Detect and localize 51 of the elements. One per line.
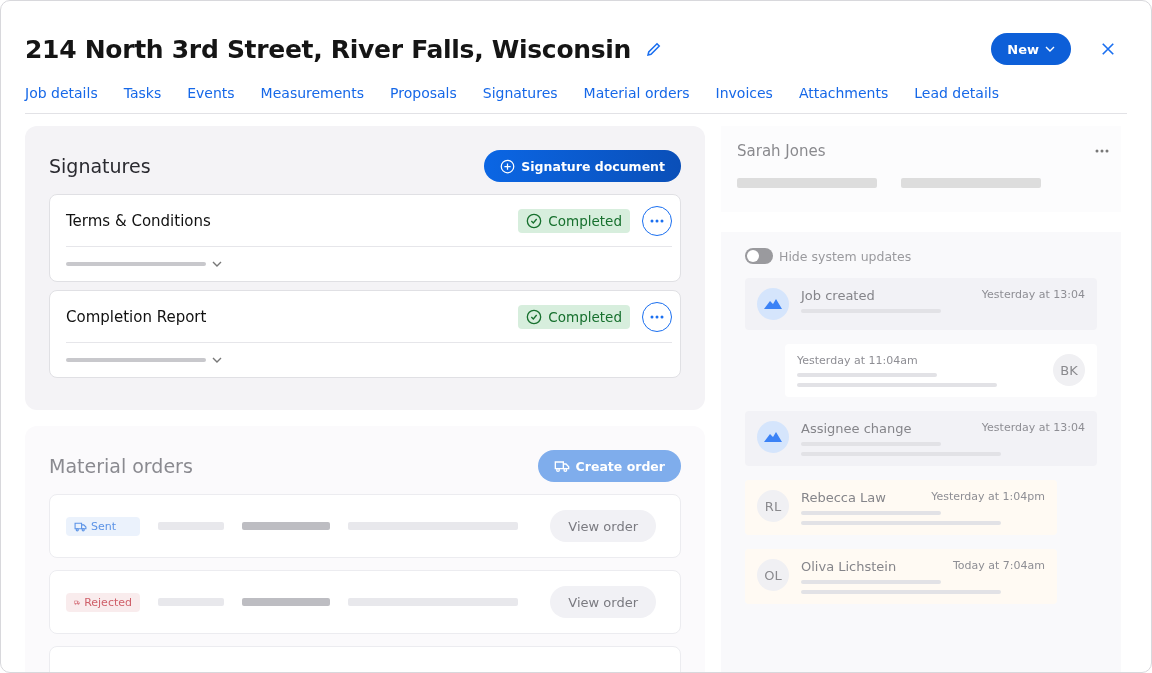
timestamp: Yesterday at 11:04am (797, 354, 919, 367)
check-circle-icon (526, 212, 543, 229)
avatar: RL (757, 490, 789, 522)
view-order-button[interactable]: View order (550, 586, 656, 618)
timestamp: Yesterday at 1:04pm (931, 490, 1045, 505)
avatar: BK (1053, 354, 1085, 386)
toggle-label: Hide system updates (779, 248, 912, 264)
more-button[interactable] (642, 205, 672, 236)
more-button[interactable] (642, 301, 672, 332)
section-title: Signatures (49, 155, 151, 177)
chevron-down-icon (212, 357, 222, 363)
tab[interactable]: Material orders (583, 79, 690, 111)
tab[interactable]: Tasks (123, 79, 162, 111)
timestamp: Yesterday at 13:04 (981, 288, 1085, 303)
order-status: Sent (66, 516, 140, 536)
chevron-down-icon (212, 261, 222, 267)
tab[interactable]: Job details (25, 79, 98, 111)
view-order-button[interactable]: View order (550, 510, 656, 542)
more-icon (650, 218, 664, 223)
tab[interactable]: Signatures (482, 79, 558, 111)
tab[interactable]: Events (187, 79, 235, 111)
tab[interactable]: Invoices (715, 79, 773, 111)
section-title: Material orders (49, 455, 193, 477)
document-name: Completion Report (66, 307, 207, 326)
activity-title: Assignee change (801, 421, 912, 436)
plus-circle-icon (500, 158, 516, 174)
truck-icon (553, 458, 570, 474)
page-title: 214 North 3rd Street, River Falls, Wisconsin (25, 34, 632, 64)
tab[interactable]: Attachments (798, 79, 889, 111)
new-button[interactable]: New (991, 33, 1071, 65)
more-icon (1095, 149, 1109, 153)
signature-document-button[interactable]: Signature document (484, 150, 681, 182)
order-status: Rejected (66, 592, 140, 612)
status-badge: Completed (518, 208, 630, 233)
activity-title: Rebecca Law (801, 490, 886, 505)
avatar: OL (757, 559, 789, 591)
activity-title: Job created (801, 288, 875, 303)
toggle-switch[interactable] (745, 248, 773, 264)
activity-title: Oliva Lichstein (801, 559, 897, 574)
tab[interactable]: Proposals (390, 79, 457, 111)
check-circle-icon (526, 308, 543, 325)
document-name: Terms & Conditions (66, 211, 211, 230)
tab[interactable]: Measurements (260, 79, 365, 111)
more-icon (650, 314, 664, 319)
timestamp: Today at 7:04am (952, 559, 1045, 574)
status-badge: Completed (518, 304, 630, 329)
contact-name: Sarah Jones (737, 142, 826, 160)
chevron-down-icon (1045, 46, 1055, 52)
close-icon[interactable] (1099, 40, 1117, 58)
timestamp: Yesterday at 13:04 (981, 421, 1085, 436)
tab[interactable]: Lead details (914, 79, 999, 111)
